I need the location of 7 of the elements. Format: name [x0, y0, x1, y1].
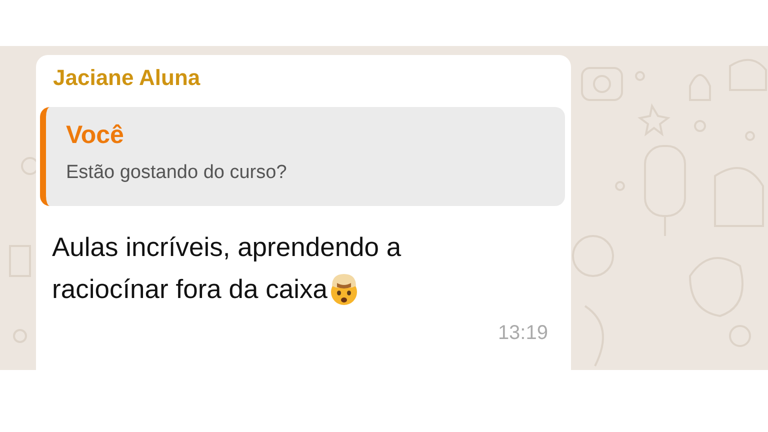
quote-author: Você: [66, 121, 125, 150]
quoted-message[interactable]: Você Estão gostando do curso?: [40, 107, 565, 206]
message-time: 13:19: [498, 321, 549, 345]
message-text: raciocínar fora da caixa: [52, 273, 328, 306]
sender-name: Jaciane Aluna: [52, 65, 202, 92]
quote-text: Estão gostando do curso?: [66, 162, 288, 184]
message-text: Aulas incríveis, aprendendo a: [52, 231, 402, 264]
